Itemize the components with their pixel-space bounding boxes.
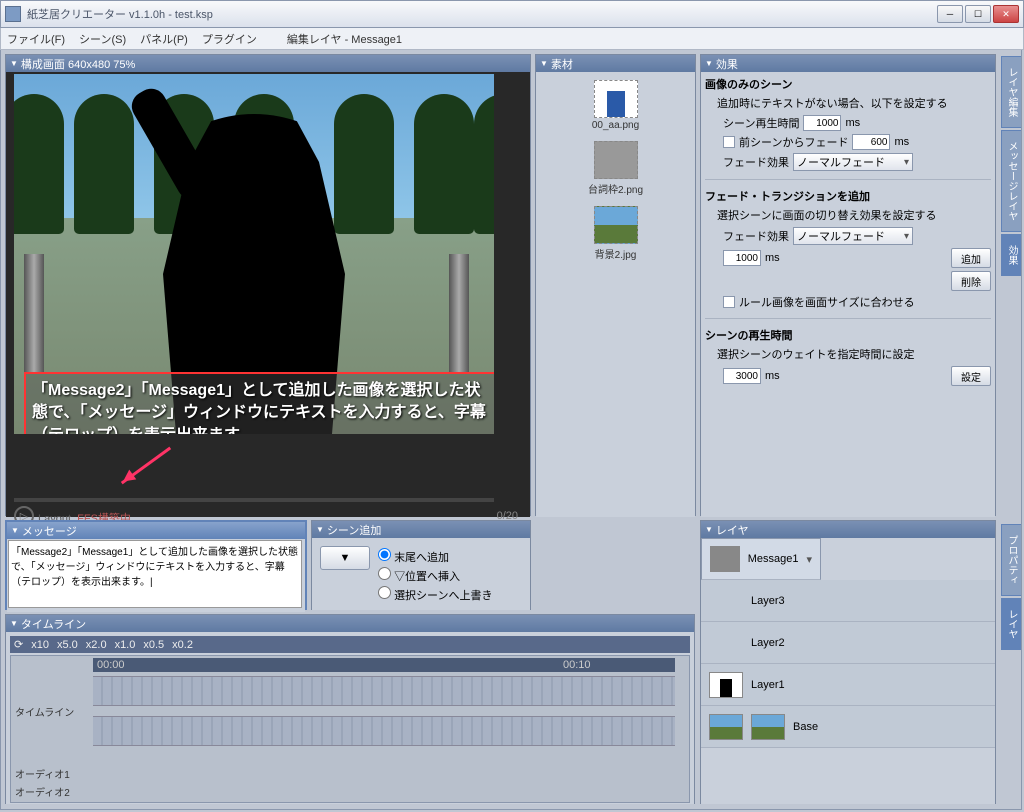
zoom-x02[interactable]: x0.2 [172,639,193,651]
menu-scene[interactable]: シーン(S) [79,31,126,47]
sidetab-layer[interactable]: レイヤ [1001,598,1021,650]
window-title: 紙芝居クリエーター v1.1.0h - test.ksp [27,6,937,22]
fade-effect-select[interactable]: ノーマルフェード [793,153,913,171]
radio-insert[interactable]: ▽位置へ挿入 [378,567,493,584]
loop-icon[interactable]: ⟳ [14,638,23,651]
scene-add-panel: ▼シーン追加 ▼ 末尾へ追加 ▽位置へ挿入 選択シーンへ上書き [311,520,531,610]
message-input[interactable] [8,540,302,608]
sidetab-property[interactable]: プロパティ [1001,524,1021,596]
layers-panel: ▼レイヤ Message1 Layer3 Layer2 Layer1 Base [700,520,996,804]
delete-button[interactable]: 削除 [951,271,991,291]
message-panel: ▼メッセージ [5,520,307,610]
prev-fade-input[interactable] [852,134,890,150]
overlay-text: 「Message2」「Message1」として追加した画像を選択した状態で、「メ… [26,374,494,434]
rule-fit-checkbox[interactable] [723,296,735,308]
layer-row[interactable]: Message1 [701,538,821,580]
scene-add-button[interactable]: ▼ [320,546,370,570]
preview-canvas[interactable]: 「Message2」「Message1」として追加した画像を選択した状態で、「メ… [14,74,494,434]
preview-panel: ▼構成画面 640x480 75% 「Message2」「Message1」とし… [5,54,531,516]
title-bar: 紙芝居クリエーター v1.1.0h - test.ksp ─ ☐ ✕ [0,0,1024,28]
layer-row[interactable]: Layer1 [701,664,995,706]
add-button[interactable]: 追加 [951,248,991,268]
message-overlay[interactable]: 「Message2」「Message1」として追加した画像を選択した状態で、「メ… [24,372,494,434]
radio-append[interactable]: 末尾へ追加 [378,548,493,565]
transition-select[interactable]: ノーマルフェード [793,227,913,245]
assets-panel: ▼素材 00_aa.png 台詞枠2.png 背景2.jpg [535,54,696,516]
menu-bar: ファイル(F) シーン(S) パネル(P) プラグイン 編集レイヤ - Mess… [0,28,1024,50]
layer-row[interactable]: Base [701,706,995,748]
zoom-x10[interactable]: x10 [31,639,49,651]
asset-item[interactable]: 台詞枠2.png [540,141,691,196]
transition-time-input[interactable] [723,250,761,266]
sidetab-layer-edit[interactable]: レイヤ編集 [1001,56,1021,128]
wait-time-input[interactable] [723,368,761,384]
menu-plugin[interactable]: プラグイン [202,31,257,47]
menu-file[interactable]: ファイル(F) [7,31,65,47]
edit-layer-label: 編集レイヤ - Message1 [287,31,402,47]
timeline-panel: ▼タイムライン ⟳ x10 x5.0 x2.0 x1.0 x0.5 x0.2 0… [5,614,695,804]
set-button[interactable]: 設定 [951,366,991,386]
zoom-x05[interactable]: x0.5 [143,639,164,651]
prev-fade-checkbox[interactable] [723,136,735,148]
layer-row[interactable]: Layer2 [701,622,995,664]
asset-item[interactable]: 00_aa.png [540,80,691,131]
sidetab-effects[interactable]: 効果 [1001,234,1021,276]
zoom-x2[interactable]: x2.0 [86,639,107,651]
preview-title: 構成画面 640x480 75% [21,56,135,72]
layer-row[interactable]: Layer3 [701,580,995,622]
zoom-x5[interactable]: x5.0 [57,639,78,651]
zoom-x1[interactable]: x1.0 [115,639,136,651]
app-icon [5,6,21,22]
asset-item[interactable]: 背景2.jpg [540,206,691,261]
sidetab-message-layer[interactable]: メッセージレイヤ [1001,130,1021,232]
effects-panel: ▼効果 画像のみのシーン 追加時にテキストがない場合、以下を設定する シーン再生… [700,54,996,516]
radio-overwrite[interactable]: 選択シーンへ上書き [378,586,493,603]
maximize-button[interactable]: ☐ [965,5,991,23]
minimize-button[interactable]: ─ [937,5,963,23]
scene-time-input[interactable] [803,115,841,131]
annotation-arrow [121,447,171,485]
menu-panel[interactable]: パネル(P) [140,31,188,47]
timeline-body[interactable]: 00:0000:10 タイムライン オーディオ1 オーディオ2 [10,655,690,803]
close-button[interactable]: ✕ [993,5,1019,23]
